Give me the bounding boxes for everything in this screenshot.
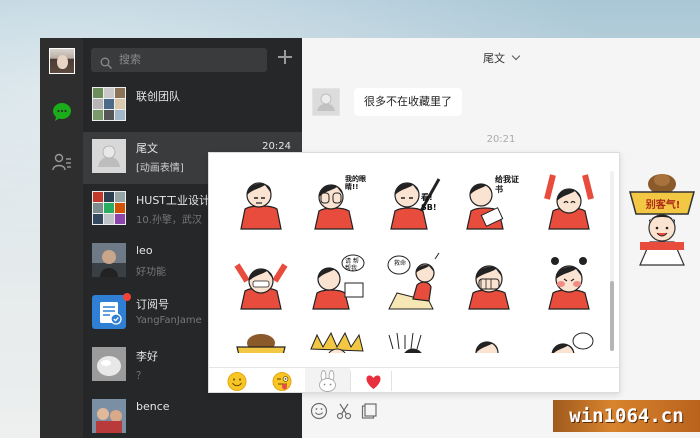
contacts-icon[interactable] xyxy=(52,152,72,172)
sticker-item[interactable] xyxy=(231,171,291,231)
avatar xyxy=(92,243,126,277)
chevron-down-icon xyxy=(511,51,521,61)
chat-title: 尾文 xyxy=(483,52,505,65)
heart-favorites-icon[interactable] xyxy=(351,368,396,392)
avatar xyxy=(92,347,126,381)
sticker-item[interactable]: 给我证书 xyxy=(459,171,519,231)
sticker-item[interactable]: 请 帮帮我 xyxy=(307,251,367,311)
conversation-time: 20:24 xyxy=(262,141,291,152)
sticker-item[interactable] xyxy=(459,329,519,353)
scissors-icon[interactable] xyxy=(335,402,353,420)
conversation-name: 联创团队 xyxy=(136,90,180,103)
scrollbar-thumb[interactable] xyxy=(610,281,614,351)
sticker-caption: 我的眼睛!! xyxy=(345,175,366,191)
sticker-tab-bar xyxy=(209,367,619,392)
sticker-caption: 给我证书 xyxy=(495,175,519,194)
subscription-icon xyxy=(92,295,126,329)
conversation-name: bence xyxy=(136,400,170,413)
sticker-caption: 看! SB! xyxy=(421,193,437,212)
sticker-item[interactable] xyxy=(383,329,443,353)
avatar xyxy=(92,191,126,225)
tongue-emoji-icon[interactable] xyxy=(260,368,305,392)
search-input[interactable]: 搜索 xyxy=(91,48,267,72)
search-placeholder: 搜索 xyxy=(119,53,141,66)
folder-icon[interactable] xyxy=(360,402,378,420)
sticker-item[interactable] xyxy=(539,251,599,311)
sticker-item[interactable] xyxy=(539,329,599,353)
sticker-item[interactable] xyxy=(459,251,519,311)
sticker-item[interactable] xyxy=(307,329,367,353)
avatar[interactable] xyxy=(312,88,340,116)
sticker-caption: 救命 xyxy=(393,260,406,267)
message-bubble[interactable]: 很多不在收藏里了 xyxy=(354,88,462,116)
search-icon xyxy=(100,54,112,69)
add-chat-button[interactable] xyxy=(278,50,292,64)
emoji-icon[interactable] xyxy=(310,402,328,420)
sticker-caption: 别客气! xyxy=(645,200,681,211)
chat-bubble-icon[interactable] xyxy=(52,102,72,122)
bunny-sticker-icon[interactable] xyxy=(305,368,350,392)
conversation-item[interactable]: bence xyxy=(83,392,302,438)
avatar xyxy=(92,139,126,173)
sticker-item[interactable] xyxy=(231,251,291,311)
sticker-item[interactable]: 看! SB! xyxy=(383,171,443,231)
sticker-caption: 请 帮帮我 xyxy=(345,258,359,272)
sticker-item[interactable]: 我的眼睛!! xyxy=(307,171,367,231)
sticker-picker: 我的眼睛!! 看! SB! 给我证书 请 帮帮我 救命 xyxy=(208,152,620,393)
sticker-item[interactable] xyxy=(231,329,291,353)
unread-badge xyxy=(123,293,131,301)
watermark: win1064.cn xyxy=(553,400,700,432)
sticker-item[interactable]: 救命 xyxy=(383,251,443,311)
avatar xyxy=(92,87,126,121)
nav-rail xyxy=(40,38,83,438)
sticker-item[interactable] xyxy=(539,171,599,231)
sticker-grid: 我的眼睛!! 看! SB! 给我证书 请 帮帮我 救命 xyxy=(209,153,609,353)
conversation-item[interactable]: 联创团队 xyxy=(83,80,302,132)
smiley-emoji-icon[interactable] xyxy=(215,368,260,392)
avatar xyxy=(92,399,126,433)
input-toolbar xyxy=(310,402,390,424)
sent-sticker[interactable]: 别客气! xyxy=(628,170,696,270)
chat-header[interactable]: 尾文 xyxy=(302,38,700,80)
my-avatar[interactable] xyxy=(49,48,75,74)
message-timestamp: 20:21 xyxy=(486,134,516,145)
